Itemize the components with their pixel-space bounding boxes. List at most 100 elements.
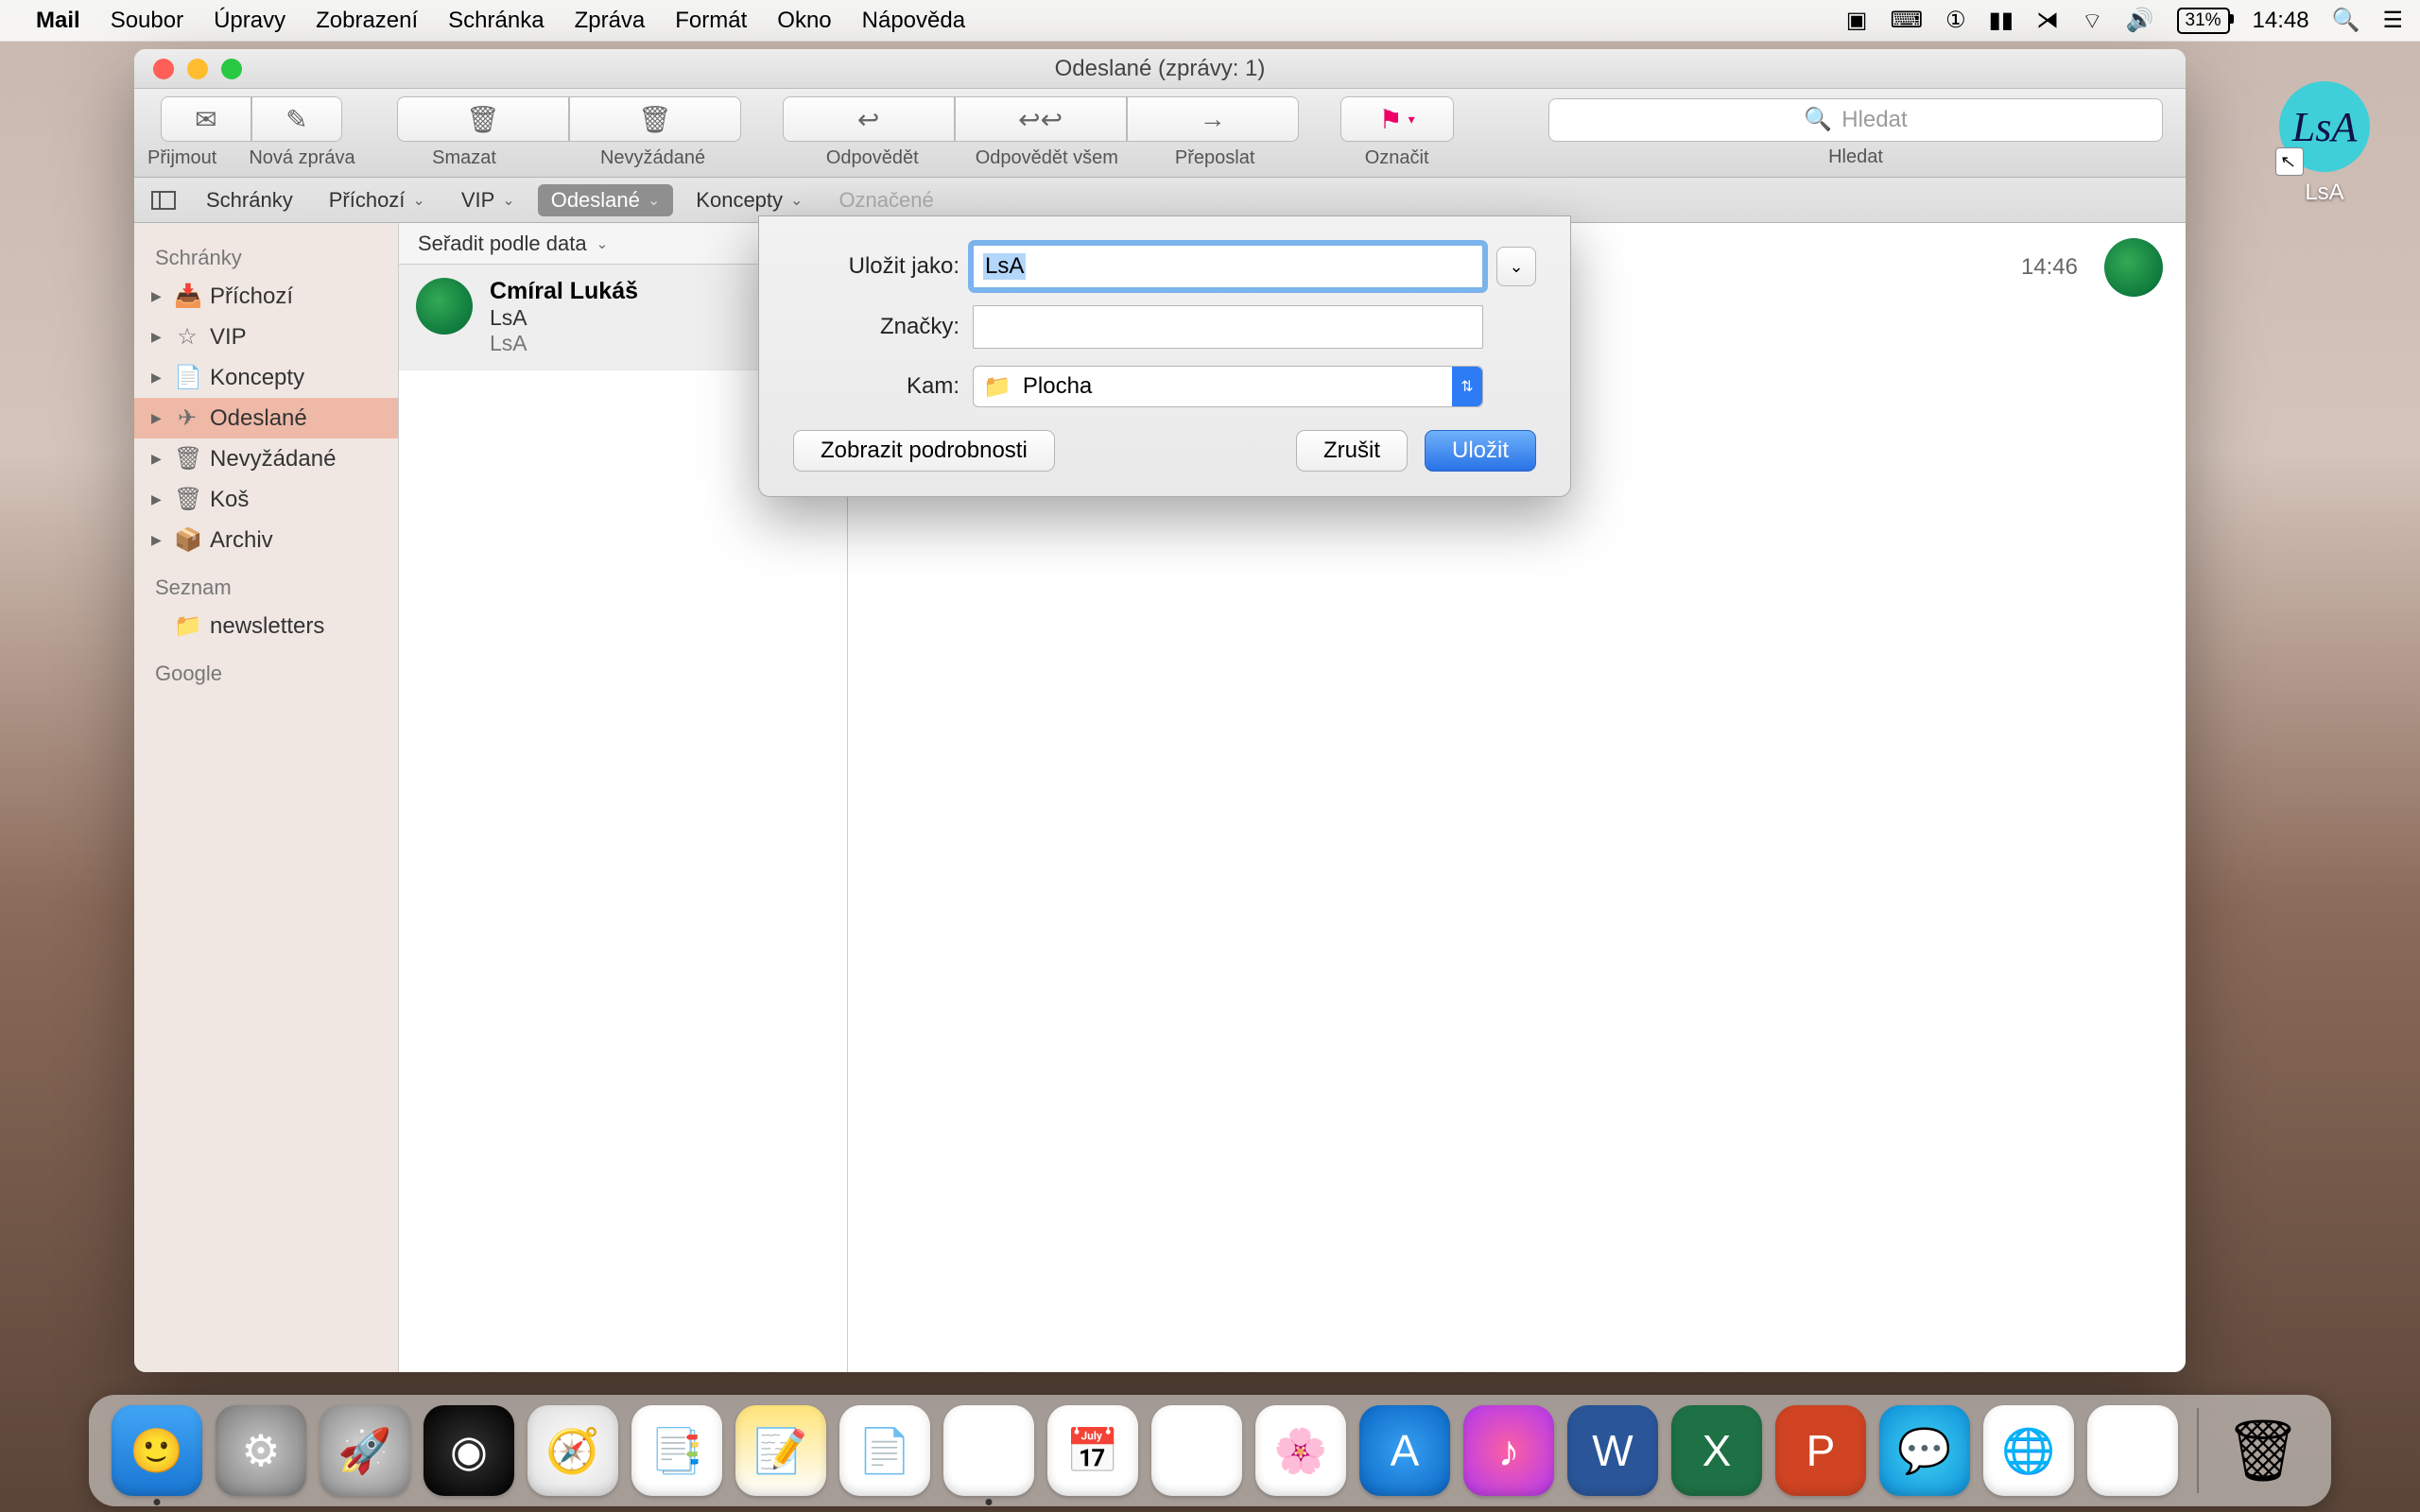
chevron-down-icon: ⌄ <box>790 191 803 210</box>
junk-button[interactable]: 🗑 <box>569 96 741 142</box>
dock-app-reminders[interactable]: 📑 <box>631 1405 722 1496</box>
spotlight-icon[interactable]: 🔍 <box>2332 7 2360 34</box>
delete-label: Smazat <box>432 147 496 169</box>
favbar-inbox[interactable]: Příchozí⌄ <box>316 184 439 216</box>
delete-button[interactable]: 🗑 <box>397 96 569 142</box>
sidebar-item-junk[interactable]: ▶🗑Nevyžádané <box>134 438 398 479</box>
menu-view[interactable]: Zobrazení <box>316 8 418 34</box>
flag-button[interactable]: ⚑▾ <box>1340 96 1454 142</box>
sidebar-item-drafts[interactable]: ▶📄Koncepty <box>134 357 398 398</box>
dock-app-chrome[interactable]: 🌐 <box>1983 1405 2074 1496</box>
dock-app-launchpad[interactable]: 🚀 <box>320 1405 410 1496</box>
dock-app-messages[interactable]: 💬 <box>1879 1405 1970 1496</box>
dock-app-pages[interactable]: 📄 <box>839 1405 930 1496</box>
receive-button[interactable]: ✉ <box>161 96 251 142</box>
chevron-down-icon: ⌄ <box>412 191 424 210</box>
clock[interactable]: 14:48 <box>2253 8 2309 34</box>
where-select[interactable]: 📁 Plocha ⇅ <box>973 366 1483 407</box>
show-details-button[interactable]: Zobrazit podrobnosti <box>793 430 1055 472</box>
menu-help[interactable]: Nápověda <box>862 8 965 34</box>
compose-button[interactable]: ✎ <box>251 96 342 142</box>
wifi-icon[interactable]: ⌔ <box>2082 7 2103 35</box>
sidebar-section-google: Google <box>134 646 398 692</box>
menu-format[interactable]: Formát <box>675 8 747 34</box>
sidebar-item-inbox[interactable]: ▶📥Příchozí <box>134 276 398 317</box>
message-subject: LsA <box>490 305 527 331</box>
dock-app-notes[interactable]: 📝 <box>735 1405 826 1496</box>
window-title: Odeslané (zprávy: 1) <box>1055 56 1266 82</box>
dock-app-appstore[interactable]: A <box>1359 1405 1450 1496</box>
reply-all-button[interactable]: ↩↩ <box>955 96 1127 142</box>
dock-app-siri[interactable]: ◉ <box>424 1405 514 1496</box>
disclosure-triangle-icon[interactable]: ▶ <box>151 369 164 386</box>
display-icon[interactable]: ▮▮ <box>1989 7 2014 34</box>
sidebar-item-trash[interactable]: ▶🗑Koš <box>134 479 398 520</box>
dock-app-photo[interactable]: 🏞 <box>2087 1405 2178 1496</box>
favbar-drafts[interactable]: Koncepty⌄ <box>683 184 816 216</box>
dock-app-finder[interactable]: 🙂 <box>112 1405 202 1496</box>
menu-message[interactable]: Zpráva <box>575 8 646 34</box>
forward-button[interactable]: → <box>1127 96 1299 142</box>
dock-app-excel[interactable]: X <box>1671 1405 1762 1496</box>
dock-trash[interactable]: 🗑 <box>2218 1405 2308 1496</box>
folder-icon: 📁 <box>174 612 200 640</box>
dock-app-word[interactable]: W <box>1567 1405 1658 1496</box>
dock-app-preview[interactable]: 🖼 <box>1151 1405 1242 1496</box>
dock-app-safari[interactable]: 🧭 <box>527 1405 618 1496</box>
sidebar-item-vip[interactable]: ▶☆VIP <box>134 317 398 357</box>
favbar-vip[interactable]: VIP⌄ <box>448 184 528 216</box>
disclosure-triangle-icon[interactable]: ▶ <box>151 451 164 467</box>
where-label: Kam: <box>793 373 973 400</box>
keyboard-icon[interactable]: ⌨ <box>1890 7 1923 34</box>
desktop-file-lsa[interactable]: LsA LsA <box>2273 81 2377 206</box>
dock-app-mail[interactable]: ✉ <box>943 1405 1034 1496</box>
disclosure-triangle-icon[interactable]: ▶ <box>151 491 164 507</box>
timemachine-icon[interactable]: ① <box>1945 7 1966 34</box>
layout-toggle-icon[interactable] <box>151 191 176 210</box>
menu-mailbox[interactable]: Schránka <box>448 8 544 34</box>
search-group: 🔍 Hledat Hledat <box>1548 98 2163 168</box>
favbar-mailboxes[interactable]: Schránky <box>193 184 306 216</box>
bluetooth-icon[interactable]: ⧕ <box>2036 7 2059 34</box>
notification-center-icon[interactable]: ☰ <box>2382 7 2403 34</box>
dock-app-photos[interactable]: 🌸 <box>1255 1405 1346 1496</box>
menu-window[interactable]: Okno <box>777 8 831 34</box>
sidebar: Schránky ▶📥Příchozí ▶☆VIP ▶📄Koncepty ▶✈O… <box>134 223 399 1372</box>
menu-app[interactable]: Mail <box>36 8 80 34</box>
select-caret-icon: ⇅ <box>1452 367 1482 406</box>
tags-input[interactable] <box>973 305 1483 349</box>
dock-app-settings[interactable]: ⚙ <box>216 1405 306 1496</box>
close-button[interactable] <box>153 59 174 79</box>
save-as-input[interactable]: LsA <box>973 245 1483 288</box>
compose-label: Nová zpráva <box>249 147 354 169</box>
battery-status[interactable]: 31% <box>2177 8 2230 34</box>
volume-icon[interactable]: 🔊 <box>2126 7 2154 34</box>
dock-app-calendar[interactable]: 📅 <box>1047 1405 1138 1496</box>
disclosure-triangle-icon[interactable]: ▶ <box>151 532 164 548</box>
menu-file[interactable]: Soubor <box>111 8 183 34</box>
menu-edit[interactable]: Úpravy <box>214 8 285 34</box>
paperplane-icon: ✈ <box>174 404 200 432</box>
search-input[interactable]: 🔍 Hledat <box>1548 98 2163 142</box>
minimize-button[interactable] <box>187 59 208 79</box>
reply-button[interactable]: ↩ <box>783 96 955 142</box>
receive-label: Přijmout <box>147 147 216 169</box>
menubar: Mail Soubor Úpravy Zobrazení Schránka Zp… <box>0 0 2420 42</box>
titlebar[interactable]: Odeslané (zprávy: 1) <box>134 49 2186 89</box>
sidebar-item-newsletters[interactable]: ▶📁newsletters <box>134 606 398 646</box>
sidebar-item-sent[interactable]: ▶✈Odeslané <box>134 398 398 438</box>
airplay-icon[interactable]: ▣ <box>1846 7 1868 34</box>
dock-app-itunes[interactable]: ♪ <box>1463 1405 1554 1496</box>
zoom-button[interactable] <box>221 59 242 79</box>
expand-dialog-button[interactable]: ⌄ <box>1496 247 1536 286</box>
inbox-icon: 📥 <box>174 283 200 310</box>
cancel-button[interactable]: Zrušit <box>1296 430 1408 472</box>
sidebar-item-archive[interactable]: ▶📦Archiv <box>134 520 398 560</box>
disclosure-triangle-icon[interactable]: ▶ <box>151 329 164 345</box>
disclosure-triangle-icon[interactable]: ▶ <box>151 288 164 304</box>
save-button[interactable]: Uložit <box>1425 430 1536 472</box>
favbar-sent[interactable]: Odeslané⌄ <box>538 184 674 216</box>
disclosure-triangle-icon[interactable]: ▶ <box>151 410 164 426</box>
favbar-flagged[interactable]: Označené <box>825 184 946 216</box>
dock-app-powerpoint[interactable]: P <box>1775 1405 1866 1496</box>
